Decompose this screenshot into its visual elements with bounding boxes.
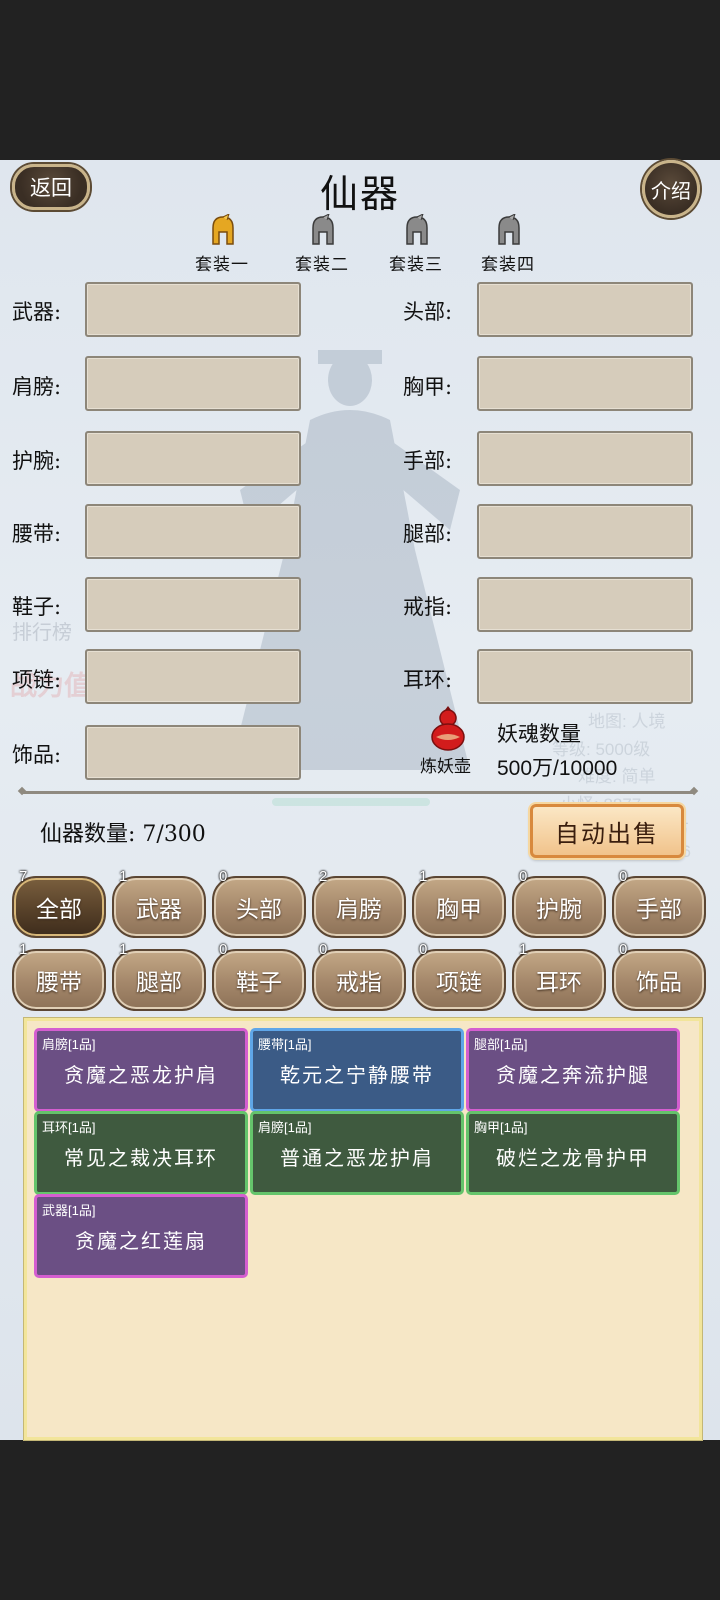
category-count: 0 [619, 868, 628, 885]
item-tag: 肩膀[1品] [258, 1120, 312, 1135]
category-count: 0 [619, 941, 628, 958]
suit-label: 套装二 [295, 255, 349, 275]
item-tag: 腰带[1品] [258, 1037, 312, 1052]
red-gourd-icon[interactable] [426, 705, 470, 751]
gray-helmet-icon [498, 213, 520, 245]
item-tag: 胸甲[1品] [474, 1120, 528, 1135]
suit-label: 套装一 [195, 255, 249, 275]
soul-count-value: 500万/10000 [497, 757, 618, 780]
category-tab-shoulder[interactable]: 肩膀 [312, 876, 406, 938]
category-tab-weapon[interactable]: 武器 [112, 876, 206, 938]
slot-label-weapon: 武器: [12, 300, 62, 324]
category-count: 0 [419, 941, 428, 958]
slot-weapon[interactable] [85, 282, 301, 337]
item-card[interactable]: 武器[1品] 贪魔之红莲扇 [34, 1194, 248, 1278]
slot-belt[interactable] [85, 504, 301, 559]
item-name: 普通之恶龙护肩 [280, 1146, 434, 1170]
slot-label-wrist: 护腕: [12, 449, 62, 473]
slot-label-belt: 腰带: [12, 522, 62, 546]
category-tab-belt[interactable]: 腰带 [12, 949, 106, 1011]
category-count: 0 [319, 941, 328, 958]
item-tag: 耳环[1品] [42, 1120, 96, 1135]
category-tab-ring[interactable]: 戒指 [312, 949, 406, 1011]
category-tab-shoes[interactable]: 鞋子 [212, 949, 306, 1011]
slot-necklace[interactable] [85, 649, 301, 704]
category-tab-hand[interactable]: 手部 [612, 876, 706, 938]
suit-tab-3[interactable]: 套装三 [384, 213, 448, 275]
category-tab-ornament[interactable]: 饰品 [612, 949, 706, 1011]
category-count: 1 [519, 941, 528, 958]
suit-label: 套装三 [389, 255, 443, 275]
slot-label-earring: 耳环: [403, 668, 453, 692]
slot-label-ring: 戒指: [403, 595, 453, 619]
category-tab-necklace[interactable]: 项链 [412, 949, 506, 1011]
category-tab-legs[interactable]: 腿部 [112, 949, 206, 1011]
item-name: 常见之裁决耳环 [64, 1146, 218, 1170]
item-tag: 腿部[1品] [474, 1037, 528, 1052]
item-name: 乾元之宁静腰带 [280, 1063, 434, 1087]
slot-label-shoes: 鞋子: [12, 595, 62, 619]
slot-label-ornament: 饰品: [12, 743, 62, 767]
category-count: 1 [19, 941, 28, 958]
item-tag: 武器[1品] [42, 1203, 96, 1218]
item-name: 破烂之龙骨护甲 [496, 1146, 650, 1170]
slot-shoes[interactable] [85, 577, 301, 632]
slot-hand[interactable] [477, 431, 693, 486]
suit-tab-1[interactable]: 套装一 [190, 213, 254, 275]
item-card[interactable]: 胸甲[1品] 破烂之龙骨护甲 [466, 1111, 680, 1195]
item-card[interactable]: 肩膀[1品] 普通之恶龙护肩 [250, 1111, 464, 1195]
slot-chest[interactable] [477, 356, 693, 411]
intro-button[interactable]: 介绍 [642, 160, 700, 218]
slot-label-hand: 手部: [403, 449, 453, 473]
item-card[interactable]: 耳环[1品] 常见之裁决耳环 [34, 1111, 248, 1195]
slot-wrist[interactable] [85, 431, 301, 486]
category-count: 0 [519, 868, 528, 885]
slot-label-chest: 胸甲: [403, 375, 453, 399]
category-count: 0 [219, 941, 228, 958]
auto-sell-button[interactable]: 自动出售 [530, 804, 684, 858]
category-count: 0 [219, 868, 228, 885]
gourd-label: 炼妖壶 [420, 757, 471, 777]
category-tab-wrist[interactable]: 护腕 [512, 876, 606, 938]
category-tab-chest[interactable]: 胸甲 [412, 876, 506, 938]
item-card[interactable]: 腰带[1品] 乾元之宁静腰带 [250, 1028, 464, 1112]
suit-tab-4[interactable]: 套装四 [476, 213, 540, 275]
slot-label-necklace: 项链: [12, 668, 62, 692]
gray-helmet-icon [312, 213, 334, 245]
slot-label-legs: 腿部: [403, 522, 453, 546]
slot-ornament[interactable] [85, 725, 301, 780]
item-card[interactable]: 肩膀[1品] 贪魔之恶龙护肩 [34, 1028, 248, 1112]
gray-helmet-icon [406, 213, 428, 245]
category-tab-all[interactable]: 全部 [12, 876, 106, 938]
category-count: 2 [319, 868, 328, 885]
item-card[interactable]: 腿部[1品] 贪魔之奔流护腿 [466, 1028, 680, 1112]
soul-count-title: 妖魂数量 [497, 722, 581, 746]
category-count: 1 [119, 868, 128, 885]
slot-ring[interactable] [477, 577, 693, 632]
item-tag: 肩膀[1品] [42, 1037, 96, 1052]
slot-label-head: 头部: [403, 300, 453, 324]
divider-glow [272, 798, 430, 806]
suit-label: 套装四 [481, 255, 535, 275]
category-count: 1 [119, 941, 128, 958]
item-name: 贪魔之恶龙护肩 [64, 1063, 218, 1087]
slot-shoulder[interactable] [85, 356, 301, 411]
page-title: 仙器 [319, 172, 400, 216]
slot-label-shoulder: 肩膀: [12, 375, 62, 399]
slot-head[interactable] [477, 282, 693, 337]
golden-helmet-icon [212, 213, 234, 245]
category-count: 1 [419, 868, 428, 885]
item-name: 贪魔之红莲扇 [75, 1229, 207, 1253]
suit-tab-2[interactable]: 套装二 [290, 213, 354, 275]
category-count: 7 [19, 868, 28, 885]
item-name: 贪魔之奔流护腿 [496, 1063, 650, 1087]
section-divider [22, 791, 694, 794]
slot-earring[interactable] [477, 649, 693, 704]
inventory-panel: 肩膀[1品] 贪魔之恶龙护肩 腰带[1品] 乾元之宁静腰带 腿部[1品] 贪魔之… [24, 1018, 702, 1440]
slot-legs[interactable] [477, 504, 693, 559]
category-tab-head[interactable]: 头部 [212, 876, 306, 938]
inventory-count: 仙器数量: 7/300 [40, 822, 206, 847]
category-tab-earring[interactable]: 耳环 [512, 949, 606, 1011]
map-ghost-text: 地图: 人境 [588, 712, 666, 731]
